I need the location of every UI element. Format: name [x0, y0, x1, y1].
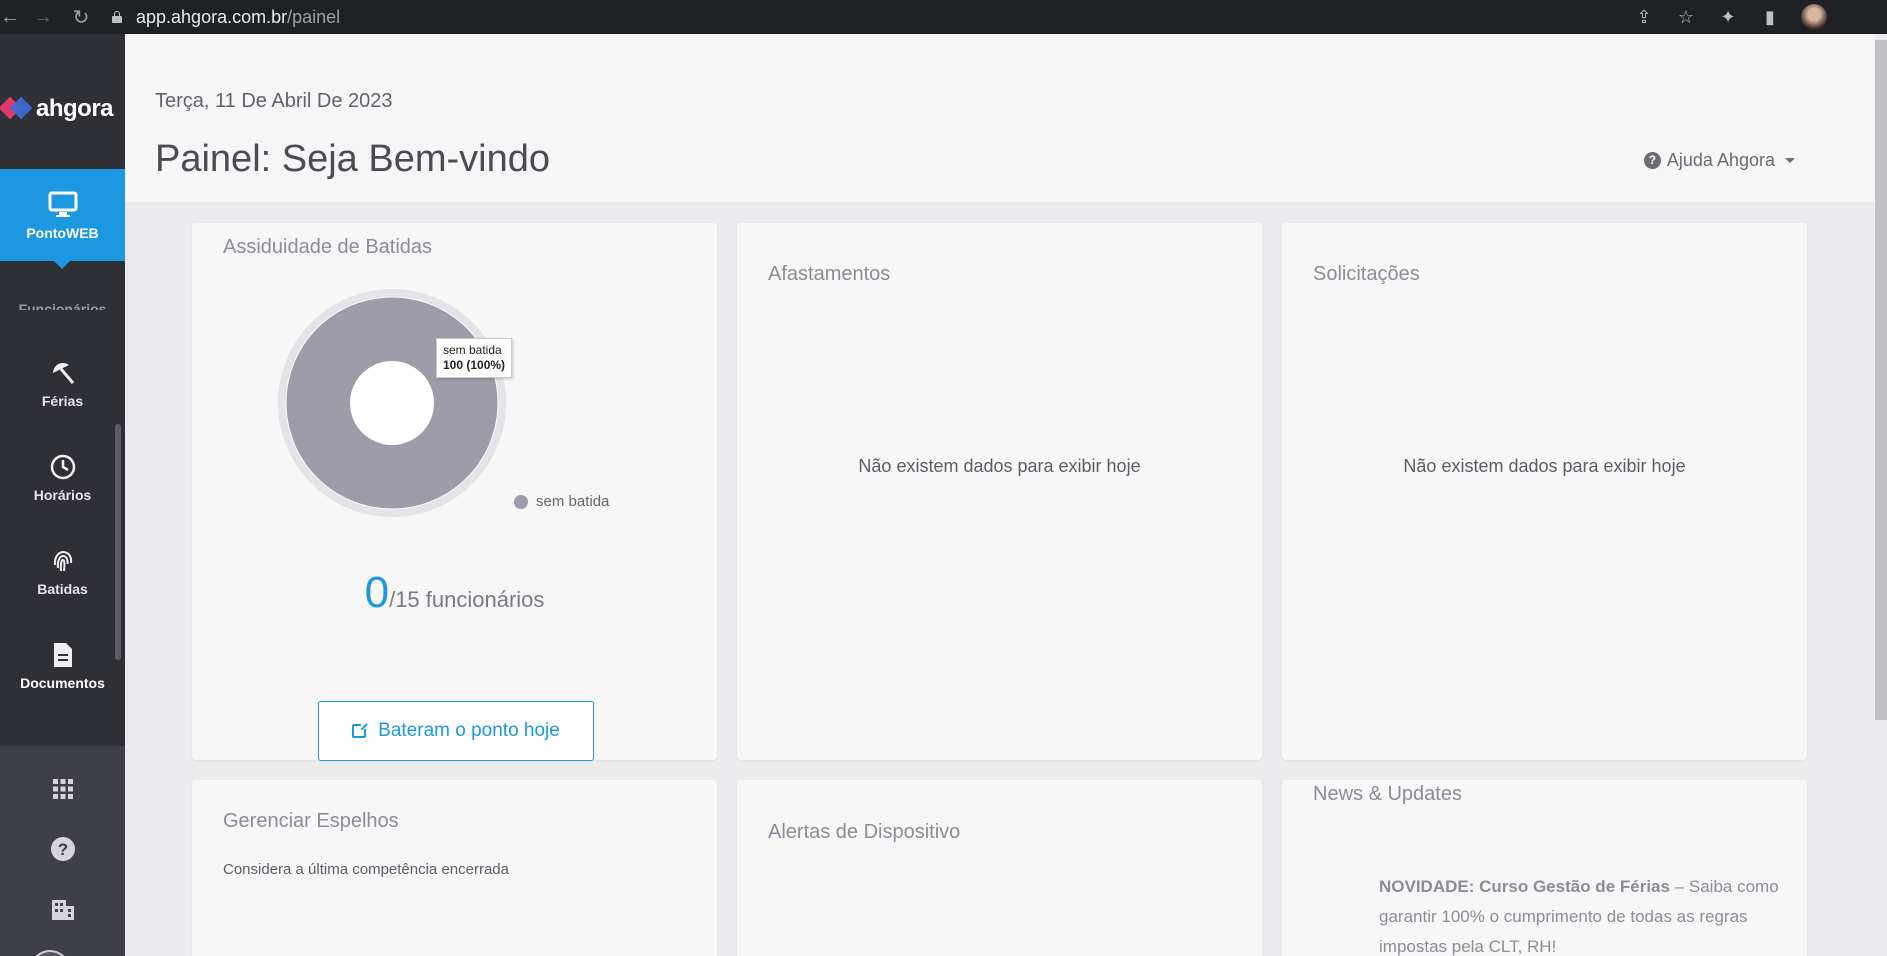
beach-umbrella-icon [52, 363, 74, 384]
sidebar-bottom: ? CB [0, 746, 125, 956]
ahgora-logo-mark [0, 94, 33, 124]
sidebar-item-label: PontoWEB [26, 225, 99, 241]
espelhos-card: Gerenciar Espelhos Considera a última co… [192, 780, 717, 956]
button-label: Bateram o ponto hoje [378, 720, 560, 741]
sidebar-item-pontoweb[interactable]: PontoWEB [0, 169, 125, 269]
page-scrollbar[interactable] [1875, 40, 1887, 720]
question-icon: ? [1643, 152, 1661, 169]
back-icon[interactable]: ← [0, 6, 20, 29]
news-card: News & Updates NOVIDADE: Curso Gestão de… [1282, 780, 1807, 956]
sidebar-item-batidas[interactable]: Batidas [0, 526, 125, 618]
monitor-icon [48, 191, 77, 217]
profile-avatar[interactable] [1801, 4, 1827, 30]
side-panel-icon[interactable]: ▮ [1759, 7, 1781, 28]
sidebar-item-documentos[interactable]: Documentos [0, 620, 125, 712]
sidebar-item-funcionarios[interactable]: Funcionários [0, 298, 125, 310]
svg-text:?: ? [57, 840, 67, 859]
current-date: Terça, 11 De Abril De 2023 [155, 90, 393, 112]
ahgora-logo[interactable]: ahgora [0, 84, 125, 134]
tooltip-value: 100 (100%) [443, 358, 506, 372]
chart-legend[interactable]: sem batida [514, 493, 609, 510]
user-avatar[interactable]: CB [30, 950, 70, 956]
help-circle-icon[interactable]: ? [0, 836, 125, 869]
building-icon[interactable] [0, 896, 125, 927]
employee-counter: 0/15 funcionários [192, 568, 717, 618]
solicitacoes-card: Solicitações Não existem dados para exib… [1282, 223, 1807, 760]
alertas-card: Alertas de Dispositivo [737, 780, 1262, 956]
card-title: Gerenciar Espelhos [223, 810, 399, 832]
url-path: /painel [287, 6, 341, 27]
news-headline: NOVIDADE: Curso Gestão de Férias [1379, 877, 1670, 896]
sidebar-item-label: Funcionários [18, 301, 107, 310]
forward-icon[interactable]: → [28, 6, 58, 29]
logo-text: ahgora [36, 95, 114, 122]
sidebar-scrollbar[interactable] [115, 424, 121, 660]
share-icon[interactable]: ⇪ [1633, 7, 1655, 28]
sidebar: ahgora PontoWEB Funcionários Férias Horá… [0, 34, 125, 956]
sidebar-item-label: Documentos [20, 675, 105, 691]
news-item[interactable]: NOVIDADE: Curso Gestão de Férias – Saiba… [1379, 872, 1779, 956]
page-header: Terça, 11 De Abril De 2023 Painel: Seja … [125, 34, 1875, 202]
card-title: Alertas de Dispositivo [768, 821, 961, 843]
tooltip-label: sem batida [443, 343, 502, 357]
card-title: News & Updates [1313, 783, 1462, 805]
chevron-down-icon [1785, 158, 1795, 163]
external-link-icon [352, 722, 369, 738]
help-dropdown[interactable]: ? Ajuda Ahgora [1643, 150, 1795, 171]
card-title: Solicitações [1313, 263, 1420, 285]
legend-dot [514, 494, 528, 509]
browser-actions: ⇪ ☆ ✦ ▮ [1633, 4, 1827, 30]
donut-chart [278, 289, 506, 517]
extensions-icon[interactable]: ✦ [1717, 7, 1739, 28]
card-title: Afastamentos [768, 263, 891, 285]
reload-icon[interactable]: ↻ [66, 5, 96, 30]
empty-message: Não existem dados para exibir hoje [858, 456, 1141, 476]
main-content: Terça, 11 De Abril De 2023 Painel: Seja … [125, 34, 1887, 956]
sidebar-item-label: Férias [41, 393, 84, 409]
afastamentos-card: Afastamentos Não existem dados para exib… [737, 223, 1262, 760]
document-icon [53, 643, 72, 667]
browser-toolbar: ← → ↻ app.ahgora.com.br/painel ⇪ ☆ ✦ ▮ [0, 0, 1887, 34]
sidebar-item-label: Horários [33, 487, 92, 503]
fingerprint-icon [53, 550, 72, 572]
assiduidade-card: Assiduidade de Batidas sem batida 100 (1… [192, 223, 717, 761]
url-host: app.ahgora.com.br [136, 6, 288, 27]
lock-icon [112, 11, 122, 23]
clock-icon [50, 454, 75, 480]
sidebar-item-label: Batidas [37, 581, 88, 597]
assiduidade-donut [274, 285, 510, 521]
empty-message: Não existem dados para exibir hoje [1403, 456, 1686, 476]
card-subtitle: Considera a última competência encerrada [223, 861, 509, 878]
star-icon[interactable]: ☆ [1675, 7, 1697, 28]
grid-icon[interactable] [0, 776, 125, 807]
donut-hole [350, 361, 434, 445]
sidebar-item-horarios[interactable]: Horários [0, 432, 125, 524]
address-bar[interactable]: app.ahgora.com.br/painel [112, 2, 1612, 32]
total-employees: /15 funcionários [389, 587, 545, 612]
sidebar-item-ferias[interactable]: Férias [0, 338, 125, 430]
chart-tooltip: sem batida 100 (100%) [436, 338, 513, 378]
bateram-ponto-button[interactable]: Bateram o ponto hoje [318, 701, 594, 761]
punched-count: 0 [364, 568, 390, 617]
help-label: Ajuda Ahgora [1666, 150, 1775, 170]
page-title: Painel: Seja Bem-vindo [155, 138, 550, 180]
legend-label: sem batida [536, 493, 610, 510]
card-title: Assiduidade de Batidas [223, 236, 433, 258]
